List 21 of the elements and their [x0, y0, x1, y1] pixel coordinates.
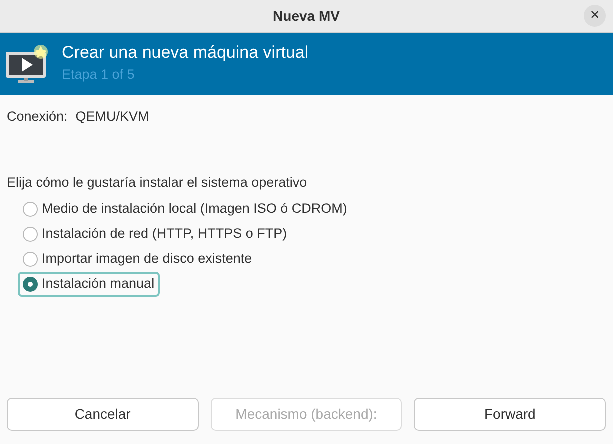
dialog-button[interactable]: Forward [414, 398, 606, 431]
radio-option[interactable]: Medio de instalación local (Imagen ISO ó CDROM) [18, 196, 352, 222]
radio-option[interactable]: Importar imagen de disco existente [18, 246, 258, 272]
step-label: Etapa 1 of 5 [62, 66, 136, 84]
close-button[interactable]: × [584, 5, 606, 27]
radio-option[interactable]: Instalación manual [18, 272, 160, 296]
install-prompt: Elija cómo le gustaría instalar el sistema operativo [7, 174, 308, 192]
radio-button[interactable] [23, 276, 38, 292]
radio-option[interactable]: Instalación de red (HTTP, HTTPS o FTP) [18, 222, 292, 246]
connection-value: QEMU/KVM [76, 108, 150, 126]
radio-button[interactable] [23, 252, 38, 266]
option-label: Importar imagen de disco existente [42, 250, 252, 268]
dialog-button[interactable]: Cancelar [7, 398, 199, 431]
option-label: Instalación manual [42, 274, 155, 293]
radio-button[interactable] [23, 202, 38, 216]
option-label: Medio de instalación local (Imagen ISO ó CDROM) [42, 200, 348, 218]
radio-button[interactable] [23, 226, 38, 242]
connection-label: Conexión: [7, 108, 68, 126]
header-title: Crear una nueva máquina virtual [62, 42, 309, 64]
window-title: Nueva MV [273, 6, 340, 26]
option-label: Instalación de red (HTTP, HTTPS o FTP) [42, 224, 288, 243]
